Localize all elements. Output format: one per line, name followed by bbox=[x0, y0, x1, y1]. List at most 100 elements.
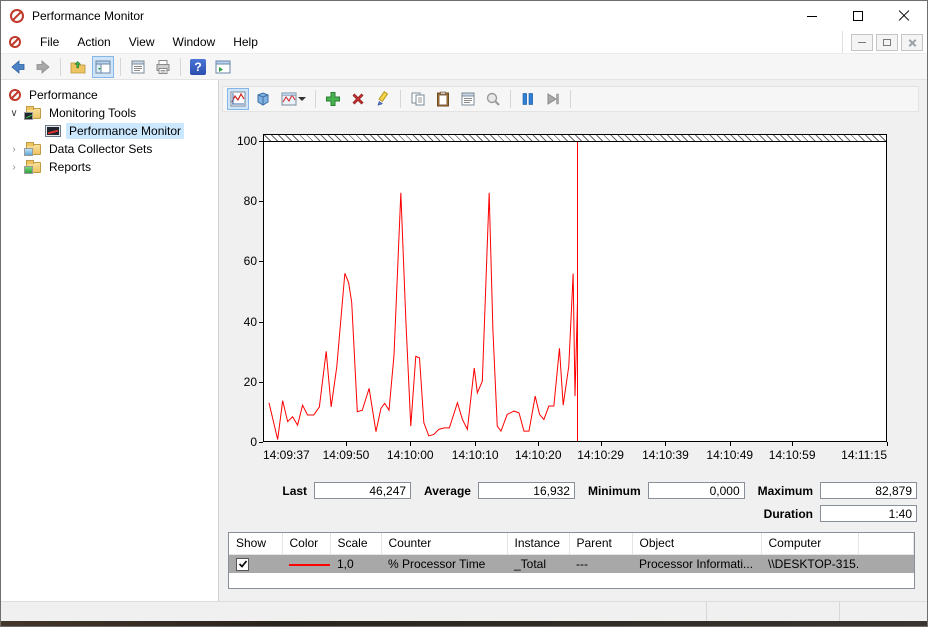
maximize-icon bbox=[853, 11, 863, 21]
status-bar bbox=[1, 601, 927, 621]
counter-row[interactable]: 1,0 % Processor Time _Total --- Processo… bbox=[229, 554, 914, 573]
menu-view[interactable]: View bbox=[120, 32, 164, 52]
maximum-label: Maximum bbox=[758, 484, 813, 498]
print-button[interactable] bbox=[152, 56, 174, 78]
menubar: File Action View Window Help bbox=[1, 31, 927, 54]
toolbar-separator bbox=[180, 58, 181, 76]
col-show[interactable]: Show bbox=[229, 533, 282, 554]
freeze-display-button[interactable] bbox=[517, 88, 539, 110]
view-current-activity-button[interactable] bbox=[227, 88, 249, 110]
stat-minimum: Minimum 0,000 bbox=[588, 482, 745, 499]
processor-time-series-line bbox=[269, 193, 578, 440]
view-log-data-button[interactable] bbox=[252, 88, 274, 110]
y-tick-label: 0 bbox=[250, 435, 257, 449]
action-pane-toggle[interactable] bbox=[212, 56, 234, 78]
view-log-data-icon bbox=[255, 91, 271, 107]
x-tick-label: 14:10:39 bbox=[642, 448, 689, 462]
delete-counter-button[interactable] bbox=[347, 88, 369, 110]
mdi-restore-icon bbox=[883, 39, 891, 46]
perfmon-node-icon bbox=[9, 89, 21, 101]
col-scale[interactable]: Scale bbox=[330, 533, 381, 554]
tree-item-label-selected: Performance Monitor bbox=[66, 123, 184, 139]
col-computer[interactable]: Computer bbox=[761, 533, 858, 554]
tree-item-reports[interactable]: › Reports bbox=[1, 158, 218, 176]
chevron-right-icon[interactable]: › bbox=[9, 144, 19, 155]
close-button[interactable] bbox=[881, 1, 927, 31]
chart-properties-button[interactable] bbox=[457, 88, 479, 110]
col-color[interactable]: Color bbox=[282, 533, 330, 554]
console-tree-toggle[interactable] bbox=[92, 56, 114, 78]
counter-color-swatch bbox=[289, 564, 330, 566]
minimize-button[interactable] bbox=[789, 1, 835, 31]
x-axis-labels: 14:09:3714:09:5014:10:0014:10:1014:10:20… bbox=[263, 448, 887, 462]
y-axis-labels: 100806040200 bbox=[219, 141, 259, 442]
menu-action[interactable]: Action bbox=[68, 32, 119, 52]
tree-item-label: Performance bbox=[26, 87, 101, 103]
highlight-button[interactable] bbox=[372, 88, 394, 110]
mdi-minimize-icon bbox=[858, 42, 866, 43]
add-counter-icon bbox=[325, 91, 341, 107]
col-parent[interactable]: Parent bbox=[569, 533, 632, 554]
x-tick-label: 14:09:37 bbox=[263, 448, 310, 462]
chevron-down-icon[interactable]: ∨ bbox=[9, 108, 19, 119]
back-button[interactable] bbox=[7, 56, 29, 78]
mdi-restore-button[interactable] bbox=[876, 34, 898, 51]
tree-item-label: Monitoring Tools bbox=[46, 105, 139, 121]
change-graph-type-icon bbox=[281, 91, 297, 107]
x-tick-label: 14:11:15 bbox=[841, 448, 887, 462]
average-label: Average bbox=[424, 484, 471, 498]
chart-plot-area[interactable] bbox=[263, 141, 887, 442]
menu-help[interactable]: Help bbox=[224, 32, 267, 52]
update-data-button[interactable] bbox=[542, 88, 564, 110]
chevron-right-icon[interactable]: › bbox=[9, 162, 19, 173]
menu-file[interactable]: File bbox=[31, 32, 68, 52]
toolbar-separator bbox=[120, 58, 121, 76]
up-level-button[interactable] bbox=[67, 56, 89, 78]
mdi-minimize-button[interactable] bbox=[851, 34, 873, 51]
counter-list: Show Color Scale Counter Instance Parent… bbox=[228, 532, 915, 589]
cell-computer: \\DESKTOP-315... bbox=[761, 554, 858, 573]
toolbar-separator bbox=[315, 90, 316, 108]
help-button[interactable]: ? bbox=[187, 56, 209, 78]
mdi-close-button[interactable] bbox=[901, 34, 923, 51]
x-tick-mark bbox=[665, 442, 666, 446]
col-object[interactable]: Object bbox=[632, 533, 761, 554]
export-list-button[interactable] bbox=[127, 56, 149, 78]
forward-icon bbox=[35, 59, 51, 75]
mdi-close-icon bbox=[908, 38, 917, 47]
add-counter-button[interactable] bbox=[322, 88, 344, 110]
desktop-edge bbox=[1, 621, 927, 626]
main-area: Performance ∨ Monitoring Tools Performan… bbox=[1, 80, 927, 601]
x-tick-mark bbox=[346, 442, 347, 446]
x-tick-mark bbox=[887, 442, 888, 446]
copy-properties-button[interactable] bbox=[407, 88, 429, 110]
show-checkbox[interactable] bbox=[236, 558, 249, 571]
col-counter[interactable]: Counter bbox=[381, 533, 507, 554]
x-tick-label: 14:10:00 bbox=[387, 448, 434, 462]
zoom-button[interactable] bbox=[482, 88, 504, 110]
help-icon: ? bbox=[190, 59, 206, 75]
close-icon bbox=[898, 10, 910, 22]
copy-properties-icon bbox=[410, 91, 426, 107]
minimum-label: Minimum bbox=[588, 484, 641, 498]
last-label: Last bbox=[282, 484, 307, 498]
x-tick-mark bbox=[538, 442, 539, 446]
status-section bbox=[1, 602, 707, 621]
tree-item-data-collector-sets[interactable]: › Data Collector Sets bbox=[1, 140, 218, 158]
minimum-value: 0,000 bbox=[648, 482, 745, 499]
minimize-icon bbox=[807, 16, 817, 17]
check-icon bbox=[238, 559, 248, 569]
zoom-icon bbox=[485, 91, 501, 107]
tree-item-performance[interactable]: Performance bbox=[1, 86, 218, 104]
maximize-button[interactable] bbox=[835, 1, 881, 31]
freeze-display-icon bbox=[520, 91, 536, 107]
properties-icon bbox=[130, 59, 146, 75]
forward-button[interactable] bbox=[32, 56, 54, 78]
tree-item-monitoring-tools[interactable]: ∨ Monitoring Tools bbox=[1, 104, 218, 122]
change-graph-type-button[interactable] bbox=[277, 88, 309, 110]
col-instance[interactable]: Instance bbox=[507, 533, 569, 554]
folder-up-icon bbox=[70, 59, 86, 75]
menu-window[interactable]: Window bbox=[164, 32, 225, 52]
paste-counter-list-button[interactable] bbox=[432, 88, 454, 110]
tree-item-performance-monitor[interactable]: Performance Monitor bbox=[1, 122, 218, 140]
